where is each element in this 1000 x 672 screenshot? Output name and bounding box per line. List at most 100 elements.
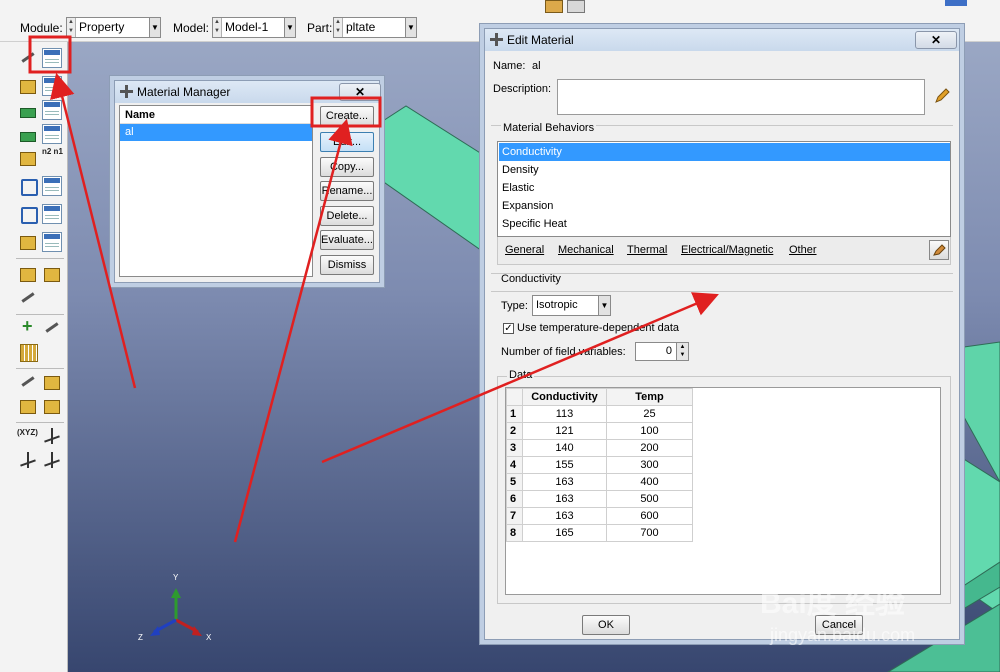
table-tool-icon[interactable] [567, 0, 585, 13]
profile-manager-icon[interactable] [42, 124, 62, 144]
behavior-item-conductivity[interactable]: Conductivity [499, 143, 950, 161]
query-tool-icon[interactable] [18, 372, 38, 392]
spin-arrows-icon[interactable]: ▲ ▼ [213, 18, 222, 37]
menu-electrical-magnetic[interactable]: Electrical/Magnetic [681, 244, 773, 256]
rename-button[interactable]: Rename... [320, 181, 374, 201]
orientation-tool-icon[interactable]: n2 n1 [42, 147, 63, 156]
pencil-tool-icon[interactable] [18, 288, 38, 308]
assign-section-icon[interactable] [18, 148, 38, 168]
profile-tool-icon[interactable] [18, 124, 38, 144]
material-manager-titlebar[interactable]: Material Manager ✕ [115, 81, 381, 103]
behavior-item-specific-heat[interactable]: Specific Heat [499, 215, 950, 233]
ok-button[interactable]: OK [582, 615, 630, 635]
behavior-item-density[interactable]: Density [499, 161, 950, 179]
window-control-icon[interactable] [945, 0, 967, 6]
cell-temp[interactable]: 700 [606, 524, 693, 542]
temp-dependent-checkbox[interactable]: ✓ [503, 323, 514, 334]
cell-conductivity[interactable]: 163 [522, 507, 607, 525]
cell-temp[interactable]: 100 [606, 422, 693, 440]
cell-temp[interactable]: 300 [606, 456, 693, 474]
csys-tool-icon[interactable]: (XYZ) [17, 428, 38, 437]
menu-other[interactable]: Other [789, 244, 817, 256]
behavior-item-elastic[interactable]: Elastic [499, 179, 950, 197]
field-variables-value: 0 [665, 345, 672, 357]
edit-behavior-button[interactable] [929, 240, 949, 260]
cell-conductivity[interactable]: 140 [522, 439, 607, 457]
dismiss-button[interactable]: Dismiss [320, 255, 374, 275]
field-variables-spinner[interactable]: 0 ▲ ▼ [635, 342, 689, 361]
list-item[interactable]: al [120, 124, 312, 141]
cell-conductivity[interactable]: 155 [522, 456, 607, 474]
cell-temp[interactable]: 400 [606, 473, 693, 491]
copy-button[interactable]: Copy... [320, 157, 374, 177]
section-manager-icon[interactable] [42, 76, 62, 96]
model-combo[interactable]: ▲ ▼ Model-1 ▼ [212, 17, 296, 38]
close-button[interactable]: ✕ [339, 83, 381, 101]
behaviors-list[interactable]: Conductivity Density Elastic Expansion S… [497, 141, 951, 237]
pencil-edit-icon[interactable] [933, 87, 951, 105]
spin-arrows-icon[interactable]: ▲ ▼ [334, 18, 343, 37]
partition-icon[interactable] [18, 342, 38, 362]
cell-temp[interactable]: 200 [606, 439, 693, 457]
dropdown-arrow-icon[interactable]: ▼ [149, 18, 160, 37]
material-list[interactable]: Name al [119, 105, 313, 277]
module-combo[interactable]: ▲ ▼ Property ▼ [66, 17, 161, 38]
cell-temp[interactable]: 600 [606, 507, 693, 525]
create-button[interactable]: Create... [320, 106, 374, 126]
cell-conductivity[interactable]: 163 [522, 473, 607, 491]
special-tool-2-icon[interactable] [42, 264, 62, 284]
composite-manager-icon[interactable] [42, 100, 62, 120]
create-material-icon[interactable] [42, 48, 62, 68]
top-toolbar-icons [537, 0, 589, 14]
spin-arrows-icon[interactable]: ▲ ▼ [676, 343, 688, 360]
cell-conductivity[interactable]: 121 [522, 422, 607, 440]
datum-axis-icon[interactable] [42, 318, 62, 338]
dropdown-arrow-icon[interactable]: ▼ [405, 18, 416, 37]
repair-tool-icon[interactable] [18, 396, 38, 416]
column-header-conductivity[interactable]: Conductivity [522, 388, 607, 406]
plane-tool-icon[interactable] [18, 450, 38, 470]
delete-button[interactable]: Delete... [320, 206, 374, 226]
cell-conductivity[interactable]: 163 [522, 490, 607, 508]
behavior-item-expansion[interactable]: Expansion [499, 197, 950, 215]
cell-conductivity[interactable]: 113 [522, 405, 607, 423]
menu-thermal[interactable]: Thermal [627, 244, 667, 256]
cell-conductivity[interactable]: 165 [522, 524, 607, 542]
close-button[interactable]: ✕ [915, 31, 957, 49]
column-header-temp[interactable]: Temp [606, 388, 693, 406]
menu-mechanical[interactable]: Mechanical [558, 244, 614, 256]
type-select[interactable]: Isotropic ▼ [532, 295, 611, 316]
skin-manager-icon[interactable] [42, 176, 62, 196]
query-part-icon[interactable] [42, 372, 62, 392]
model-value: Model-1 [225, 20, 269, 34]
beam-orientation-icon[interactable] [18, 176, 38, 196]
part-combo[interactable]: ▲ ▼ pltate ▼ [333, 17, 417, 38]
data-table-area[interactable]: Conductivity Temp 1 113 25 2 121 100 3 140 200… [505, 387, 941, 595]
edit-button[interactable]: Edit... [320, 132, 374, 152]
section-tool-icon[interactable] [18, 76, 38, 96]
repair-tool-2-icon[interactable] [42, 396, 62, 416]
dropdown-arrow-icon[interactable]: ▼ [598, 296, 610, 315]
edit-material-titlebar[interactable]: Edit Material ✕ [485, 29, 959, 51]
skin-tool-icon[interactable] [18, 204, 38, 224]
menu-general[interactable]: General [505, 244, 544, 256]
inertia-manager-icon[interactable] [42, 232, 62, 252]
composite-tool-icon[interactable] [18, 100, 38, 120]
special-tool-icon[interactable] [18, 264, 38, 284]
cell-temp[interactable]: 500 [606, 490, 693, 508]
view-triad: Y X Z [138, 573, 212, 642]
spin-arrows-icon[interactable]: ▲ ▼ [67, 18, 76, 37]
row-number: 1 [506, 405, 523, 423]
dropdown-arrow-icon[interactable]: ▼ [284, 18, 295, 37]
stringer-manager-icon[interactable] [42, 204, 62, 224]
axis-tool-icon[interactable] [42, 426, 62, 446]
datum-point-icon[interactable] [18, 316, 38, 338]
part-tool-icon[interactable] [545, 0, 563, 13]
pencil-edit-icon [933, 244, 946, 256]
triad-tool-icon[interactable] [42, 450, 62, 470]
sketch-tool-icon[interactable] [18, 48, 38, 68]
cell-temp[interactable]: 25 [606, 405, 693, 423]
stringer-tool-icon[interactable] [18, 232, 38, 252]
evaluate-button[interactable]: Evaluate... [320, 230, 374, 250]
description-input[interactable] [557, 79, 925, 115]
